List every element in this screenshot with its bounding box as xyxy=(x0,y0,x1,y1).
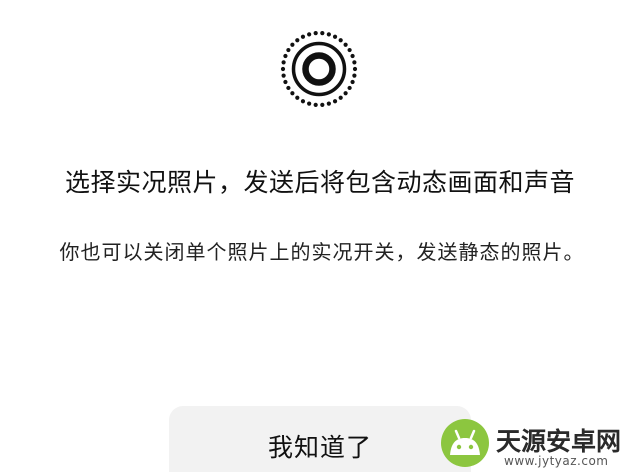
live-photo-dot xyxy=(352,60,357,65)
android-logo-icon xyxy=(441,419,489,467)
live-photo-dot xyxy=(320,102,325,107)
live-photo-dot xyxy=(286,47,291,53)
live-photo-dot xyxy=(338,38,343,43)
live-photo-dot xyxy=(350,53,355,59)
live-photo-dot xyxy=(290,91,295,96)
live-photo-dot xyxy=(326,101,331,106)
live-photo-dot xyxy=(350,79,355,85)
live-photo-dot xyxy=(326,32,331,37)
live-photo-dot xyxy=(352,73,357,78)
live-photo-dot xyxy=(343,91,348,96)
live-photo-icon xyxy=(280,31,358,107)
live-photo-dot xyxy=(295,38,300,43)
site-watermark: 天源安卓网 www.jytyaz.com xyxy=(438,416,638,472)
live-photo-dot xyxy=(290,42,295,47)
live-photo-dot xyxy=(280,66,286,72)
watermark-name: 天源安卓网 xyxy=(496,427,622,456)
live-photo-dot xyxy=(300,99,306,104)
live-photo-dot xyxy=(338,95,343,100)
watermark-url: www.jytyaz.com xyxy=(504,454,609,468)
live-photo-dot xyxy=(320,31,325,36)
live-photo-dot xyxy=(283,79,288,85)
live-photo-dot xyxy=(300,34,306,39)
live-photo-dot xyxy=(332,34,338,39)
live-photo-dot xyxy=(352,66,358,72)
live-photo-dot xyxy=(281,60,286,65)
got-it-button[interactable]: 我知道了 xyxy=(169,406,471,472)
live-photo-dot xyxy=(343,42,348,47)
live-photo-dot xyxy=(307,32,312,37)
live-photo-dot xyxy=(295,95,300,100)
got-it-button-label: 我知道了 xyxy=(267,434,372,462)
dialog-description: 你也可以关闭单个照片上的实况开关，发送静态的照片。 xyxy=(59,240,585,264)
live-photo-dot xyxy=(332,99,338,104)
live-photo-dot xyxy=(286,85,291,91)
live-photo-dot xyxy=(347,47,352,53)
live-photo-dot xyxy=(313,102,318,107)
dialog-title: 选择实况照片，发送后将包含动态画面和声音 xyxy=(64,168,575,197)
live-photo-dot xyxy=(281,73,286,78)
live-photo-dot xyxy=(347,85,352,91)
live-photo-dot xyxy=(283,53,288,59)
live-photo-dot xyxy=(307,101,312,106)
live-photo-dot xyxy=(313,31,318,36)
